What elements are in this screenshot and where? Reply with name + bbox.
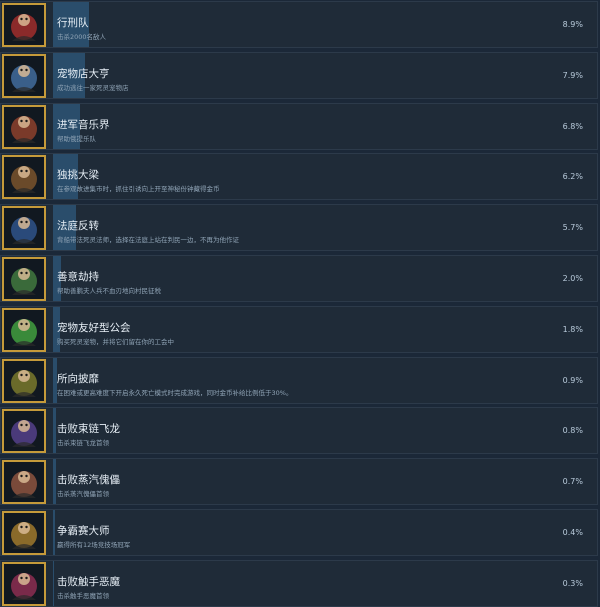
unlock-percent: 0.9%: [562, 375, 583, 385]
red-warrior-icon: [2, 3, 46, 47]
unlock-percent: 5.7%: [562, 223, 583, 233]
achievement-title: 所向披靡: [57, 372, 99, 385]
achievement-row[interactable]: 宠物友好型公会购买死灵宠物，并将它们留在你的工会中 1.8%: [0, 305, 598, 353]
weightlifter-icon: [2, 155, 46, 200]
achievement-row[interactable]: 击败触手恶魔击杀触手恶魔首领 0.3%: [0, 559, 598, 607]
unlock-percent: 0.3%: [562, 578, 583, 588]
achievement-description: 击杀蒸汽傀儡首领: [57, 490, 109, 499]
achievement-description: 在参观故进集市时，抓住引诱向上开至神秘份钟藏得金币: [57, 185, 220, 194]
achievement-row[interactable]: 行刑队击杀2000名敌人 8.9%: [0, 1, 598, 48]
achievement-title: 击败蒸汽傀儡: [57, 474, 120, 487]
achievement-description: 击杀触手恶魔首领: [57, 591, 109, 600]
unlock-percent-bar: [53, 510, 55, 555]
unlock-percent-bar: [53, 560, 55, 606]
achievement-row[interactable]: 击败蒸汽傀儡击杀蒸汽傀儡首领 0.7%: [0, 458, 598, 506]
unlock-percent: 6.2%: [562, 172, 583, 182]
achievement-row[interactable]: 独挑大梁在参观故进集市时，抓住引诱向上开至神秘份钟藏得金币 6.2%: [0, 153, 598, 201]
achievement-title: 宠物友好型公会: [57, 321, 131, 334]
green-pet-icon: [2, 307, 46, 352]
achievement-row[interactable]: 善意劫持帮助善鹏夫人兵不血刃地向村民征税 2.0%: [0, 255, 598, 302]
tentacle-demon-icon: [2, 561, 46, 606]
achievement-description: 帮助俄提乐队: [57, 134, 96, 143]
thief-icon: [2, 257, 46, 301]
achievement-row[interactable]: 所向披靡在困难或更高难度下开启永久死亡模式时完成游戏，同时金币补给比例低于30%…: [0, 356, 598, 404]
achievement-title: 善意劫持: [57, 271, 99, 283]
unlock-percent: 8.9%: [562, 20, 583, 29]
achievement-row[interactable]: 宠物店大亨成功逃往一家死灵宠物店 7.9%: [0, 51, 598, 99]
paw-shop-icon: [2, 53, 46, 98]
achievement-description: 在困难或更高难度下开启永久死亡模式时完成游戏，同时金币补给比例低于30%。: [57, 388, 293, 397]
unlock-percent: 0.4%: [562, 528, 583, 537]
achievement-title: 击败束链飞龙: [57, 423, 120, 436]
golden-fist-icon: [2, 358, 46, 403]
unlock-percent: 0.7%: [562, 477, 583, 487]
achievement-title: 宠物店大亨: [57, 67, 110, 80]
chained-dragon-icon: [2, 409, 46, 454]
achievement-title: 法庭反转: [57, 220, 99, 233]
achievement-title: 争霸赛大师: [57, 525, 110, 537]
unlock-percent-bar: [53, 459, 56, 505]
unlock-percent: 7.9%: [562, 70, 583, 80]
unlock-percent-bar: [53, 408, 57, 454]
steam-golem-icon: [2, 460, 46, 505]
achievement-description: 赢得所有12场竞技场冠军: [57, 541, 131, 549]
achievement-description: 成功逃往一家死灵宠物店: [57, 83, 129, 92]
music-band-icon: [2, 104, 46, 149]
achievement-description: 购买死灵宠物，并将它们留在你的工会中: [57, 337, 174, 346]
unlock-percent: 2.0%: [562, 274, 583, 283]
champion-icon: [2, 511, 46, 555]
achievement-list: 行刑队击杀2000名敌人 8.9% 宠物店大亨成功逃往一家死灵宠物店 7.9% 进军音乐…: [0, 0, 600, 607]
achievement-row[interactable]: 争霸赛大师赢得所有12场竞技场冠军 0.4%: [0, 509, 598, 556]
achievement-row[interactable]: 击败束链飞龙击杀束链飞龙首领 0.8%: [0, 407, 598, 455]
achievement-description: 帮助善鹏夫人兵不血刃地向村民征税: [57, 287, 161, 295]
achievement-row[interactable]: 法庭反转背船带法死灵法师，选择在法庭上站在判民一边，不再为他作证 5.7%: [0, 204, 598, 252]
achievement-title: 击败触手恶魔: [57, 575, 120, 588]
achievement-row[interactable]: 进军音乐界帮助俄提乐队 6.8%: [0, 102, 598, 150]
achievement-description: 背船带法死灵法师，选择在法庭上站在判民一边，不再为他作证: [57, 236, 239, 245]
gavel-icon: [2, 206, 46, 251]
achievement-description: 击杀2000名敌人: [57, 33, 107, 41]
achievement-title: 独挑大梁: [57, 169, 99, 182]
unlock-percent: 1.8%: [562, 324, 583, 334]
unlock-percent: 0.8%: [562, 426, 583, 436]
achievement-title: 进军音乐界: [57, 118, 110, 131]
unlock-percent: 6.8%: [562, 121, 583, 131]
achievement-title: 行刑队: [57, 17, 89, 29]
achievement-description: 击杀束链飞龙首领: [57, 439, 109, 448]
